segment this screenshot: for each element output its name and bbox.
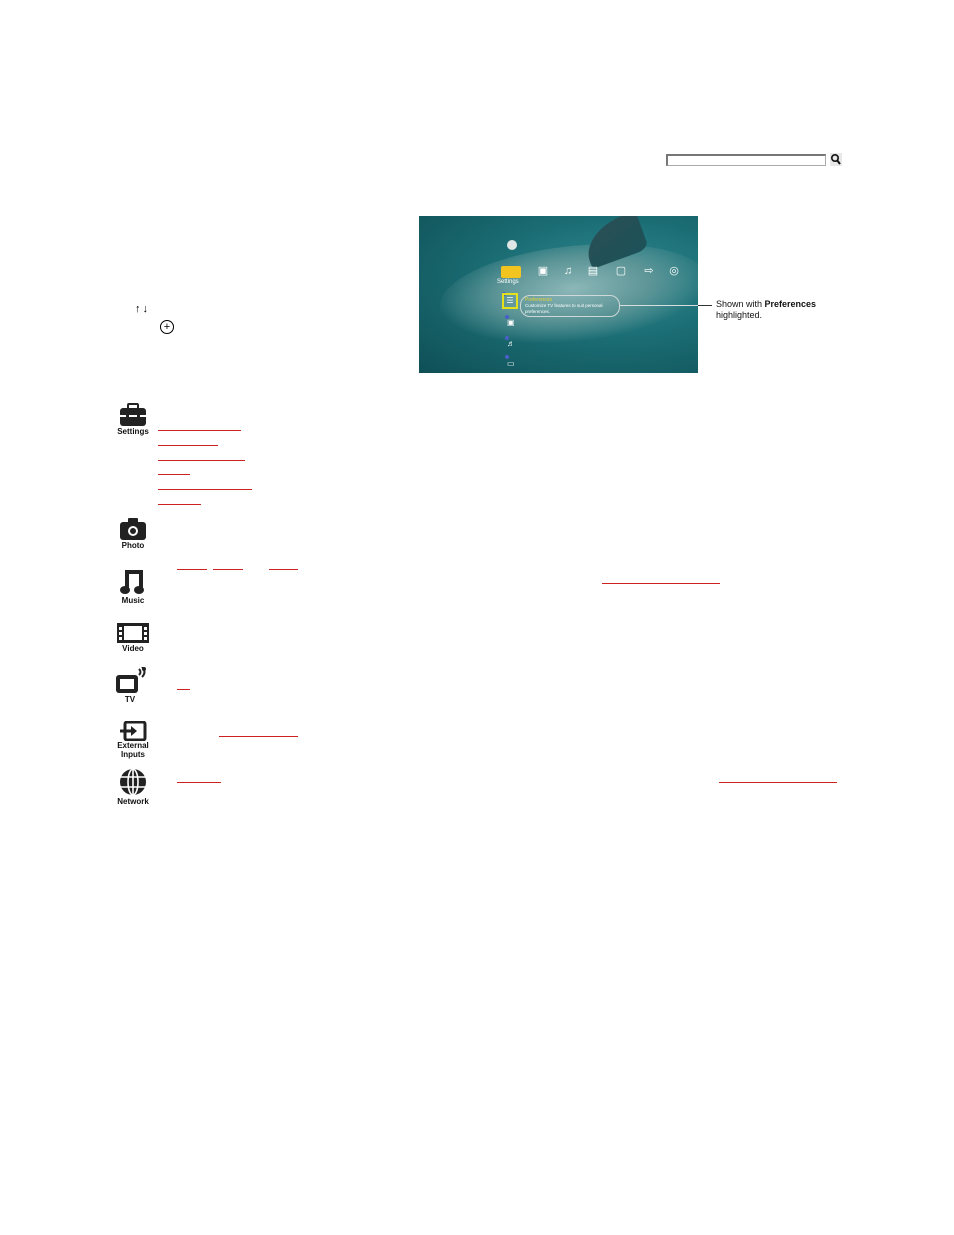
tv-preferences-icon-selected: ☰	[502, 293, 518, 309]
network-globe-icon	[120, 768, 146, 796]
link-using-music[interactable]: Using Music	[602, 583, 720, 584]
link-picture[interactable]: Picture	[158, 445, 218, 446]
video-film-icon	[117, 623, 149, 643]
settings-toolbox-icon	[120, 403, 146, 426]
category-network: Network	[108, 767, 158, 806]
search-button[interactable]	[830, 153, 842, 166]
caption-pointer-line	[698, 305, 712, 306]
tv-sound-icon: ♬	[507, 339, 515, 348]
search-icon	[830, 153, 841, 165]
tv-home-menu-screenshot: Settings ▣ ♫ ▤ ▢ ⇨ ◎ ☰ Preferences Custo…	[419, 216, 698, 373]
link-pin[interactable]: PIN	[269, 569, 298, 570]
tv-tv-icon: ▢	[615, 265, 627, 277]
category-label: Photo	[121, 541, 145, 550]
up-down-arrows-icon: ↑↓	[135, 303, 150, 315]
tv-settings-icon	[501, 266, 521, 278]
dolphin-background	[434, 232, 698, 355]
link-network-settings-2[interactable]: Network Settings	[719, 782, 837, 783]
tv-external-inputs-icon: ⇨	[644, 265, 654, 277]
enter-button-icon: +	[160, 320, 174, 334]
category-label: Video	[122, 644, 144, 653]
tv-broadcast-icon	[116, 667, 146, 693]
category-label: External Inputs	[117, 741, 149, 759]
category-settings: Settings	[108, 403, 158, 436]
link-setup[interactable]: Setup	[158, 474, 190, 475]
category-video: Video	[108, 622, 158, 653]
link-usb[interactable]: USB	[177, 569, 207, 570]
category-external-inputs: External Inputs	[108, 721, 158, 759]
link-dlna[interactable]: DLNA	[213, 569, 243, 570]
category-tv: TV	[105, 667, 155, 704]
tv-callout-desc: Customize TV features to suit personal p…	[525, 303, 603, 314]
tv-network-icon: ◎	[669, 265, 679, 277]
category-music: Music	[108, 568, 158, 605]
category-label: Settings	[117, 427, 149, 436]
category-label: Network	[117, 797, 149, 806]
search-input[interactable]	[666, 154, 826, 166]
tv-help-icon	[507, 240, 517, 250]
link-network-settings[interactable]: Network	[158, 504, 201, 505]
link-channel-inputs[interactable]: Channel & Inputs	[158, 489, 252, 490]
link-input-select[interactable]: Input Select	[219, 736, 298, 737]
link-network[interactable]: Network	[177, 782, 221, 783]
tv-photo-icon: ▣	[537, 265, 549, 277]
link-sound-display[interactable]: Sound & Display	[158, 460, 245, 461]
tv-preferences-callout: Preferences Customize TV features to sui…	[520, 295, 620, 317]
tv-screen-icon: ▭	[507, 359, 515, 368]
tv-video-icon: ▤	[587, 265, 599, 277]
screenshot-caption: Shown with Preferences highlighted.	[716, 299, 836, 321]
category-photo: Photo	[108, 517, 158, 550]
link-preferences[interactable]: Preferences	[158, 430, 241, 431]
tv-settings-label: Settings	[497, 279, 519, 285]
category-label: Music	[121, 596, 145, 605]
music-note-icon	[120, 570, 144, 594]
external-inputs-icon	[120, 721, 147, 741]
tv-callout-line	[620, 305, 698, 306]
tv-picture-icon: ▣	[507, 318, 515, 327]
caption-suffix: highlighted.	[716, 310, 763, 320]
category-label: TV	[124, 695, 136, 704]
tv-music-icon: ♫	[563, 265, 573, 277]
photo-camera-icon	[120, 518, 146, 540]
link-tv[interactable]: TV	[177, 689, 190, 690]
caption-bold: Preferences	[764, 299, 817, 309]
caption-prefix: Shown with	[716, 299, 765, 309]
